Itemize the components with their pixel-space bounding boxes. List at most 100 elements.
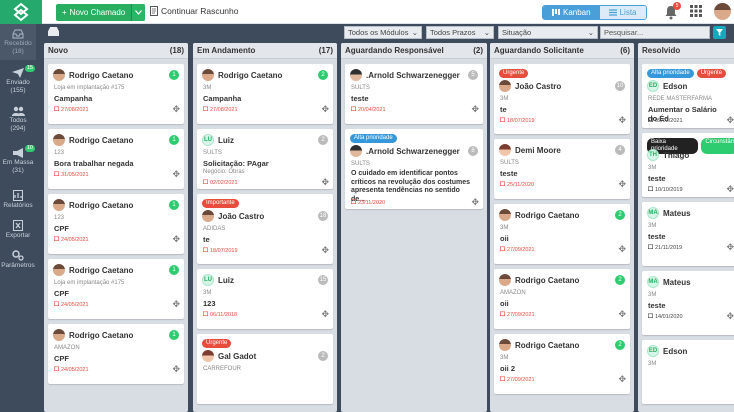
situation-select[interactable]: Situação ⌄ xyxy=(498,26,598,39)
sidebar-item-em-massa[interactable]: 10 Em Massa (31) xyxy=(0,145,36,175)
drag-handle-icon[interactable]: ✥ xyxy=(471,104,479,115)
drag-handle-icon[interactable]: ✥ xyxy=(321,177,329,188)
sidebar-item-parametros[interactable]: Parâmetros xyxy=(0,250,36,270)
kanban-view-button[interactable]: Kanban xyxy=(543,6,600,19)
drag-handle-icon[interactable]: ✥ xyxy=(726,242,734,253)
ticket-card[interactable]: Rodrigo Caetano 1 Loja em implantação #175… xyxy=(48,259,184,319)
ticket-card[interactable]: Rodrigo Caetano 2 AMAZON oii 27/09/2021 ✥ xyxy=(494,269,630,329)
ticket-card[interactable]: Rodrigo Caetano 2 3M oii 2 27/09/2021 ✥ xyxy=(494,334,630,394)
requester-name: Luiz xyxy=(218,275,234,285)
ticket-title: teste xyxy=(351,94,369,103)
company-label: SULTS xyxy=(351,85,370,91)
requester-name: Rodrigo Caetano xyxy=(69,135,134,145)
due-date: 24/05/2021 xyxy=(54,301,89,308)
ticket-card[interactable]: MA Mateus 3M teste 14/01/2020 ✥ xyxy=(642,271,734,335)
avatar xyxy=(499,339,511,351)
ticket-title: teste xyxy=(648,232,666,241)
situation-select-value: Situação xyxy=(502,28,532,37)
ticket-card[interactable]: LU Luiz 2 SULTS Solicitação: PAgar Negócio: O… xyxy=(197,129,333,189)
ticket-card[interactable]: Baixa prioridade Circunstân TH Thiago 3M test… xyxy=(642,133,734,197)
priority-tag: Alta prioridade xyxy=(647,69,694,78)
company-label: 3M xyxy=(500,355,509,361)
drag-handle-icon[interactable]: ✥ xyxy=(321,104,329,115)
sidebar-item-enviado[interactable]: 15 Enviado (155) xyxy=(0,65,36,95)
search-input[interactable]: Pesquisar... xyxy=(600,26,710,39)
avatar xyxy=(53,329,65,341)
company-label: SULTS xyxy=(351,161,370,167)
ticket-card[interactable]: Rodrigo Caetano 2 3M Campanha 27/08/2021 ✥ xyxy=(197,64,333,124)
drag-handle-icon[interactable]: ✥ xyxy=(172,364,180,375)
drag-handle-icon[interactable]: ✥ xyxy=(321,245,329,256)
drag-handle-icon[interactable]: ✥ xyxy=(618,244,626,255)
deadlines-select[interactable]: Todos Prazos ⌄ xyxy=(426,26,494,39)
message-count-badge: 5 xyxy=(468,70,478,80)
sidebar-item-exportar[interactable]: Exportar xyxy=(0,220,36,240)
sidebar-label: Recebido xyxy=(4,40,32,47)
ticket-card[interactable]: Rodrigo Caetano 2 3M oii 27/09/2021 ✥ xyxy=(494,204,630,264)
message-count-badge: 2 xyxy=(615,340,625,350)
modules-select[interactable]: Todos os Módulos ⌄ xyxy=(344,26,422,39)
ticket-card[interactable]: Rodrigo Caetano 1 123 Bora trabalhar negada… xyxy=(48,129,184,189)
ticket-card[interactable]: Rodrigo Caetano 1 123 CPF 24/05/2021 ✥ xyxy=(48,194,184,254)
document-icon xyxy=(150,6,158,16)
ticket-card[interactable]: Importante João Castro 18 ADIDAS te 18/07/201… xyxy=(197,194,333,264)
drag-handle-icon[interactable]: ✥ xyxy=(618,374,626,385)
notification-bell-icon[interactable]: 5 xyxy=(664,1,681,20)
drag-handle-icon[interactable]: ✥ xyxy=(618,115,626,126)
message-count-badge: 18 xyxy=(318,211,328,221)
calendar-icon xyxy=(351,199,357,206)
drag-handle-icon[interactable]: ✥ xyxy=(471,197,479,208)
ticket-card[interactable]: Urgente João Castro 10 3M te 18/07/2019 ✥ xyxy=(494,64,630,134)
ticket-card[interactable]: Demi Moore 4 SULTS teste 25/11/2020 ✥ xyxy=(494,139,630,199)
due-date: 24/05/2021 xyxy=(54,236,89,243)
priority-tag: Circunstân xyxy=(701,138,734,154)
drag-handle-icon[interactable]: ✥ xyxy=(172,104,180,115)
drag-handle-icon[interactable]: ✥ xyxy=(726,311,734,322)
due-date-text: 10/10/2019 xyxy=(655,186,683,193)
drag-handle-icon[interactable]: ✥ xyxy=(321,309,329,320)
due-date-text: 06/11/2018 xyxy=(210,311,238,318)
ticket-card[interactable]: Rodrigo Caetano 1 AMAZON CPF 24/05/2021 ✥ xyxy=(48,324,184,384)
drag-handle-icon[interactable]: ✥ xyxy=(726,184,734,195)
ticket-card[interactable]: .Arnold Schwarzenegger 5 SULTS teste 20/04/2… xyxy=(345,64,483,124)
top-bar: + Novo Chamado Continuar Rascunho Kanban … xyxy=(0,0,734,24)
drag-handle-icon[interactable]: ✥ xyxy=(618,309,626,320)
filter-button[interactable] xyxy=(713,26,726,39)
sidebar-item-todos[interactable]: Todos (294) xyxy=(0,106,36,133)
drag-handle-icon[interactable]: ✥ xyxy=(172,234,180,245)
due-date-text: 21/11/2019 xyxy=(655,244,683,251)
ticket-card[interactable]: MA Mateus 3M teste 21/11/2019 ✥ xyxy=(642,202,734,266)
drag-handle-icon[interactable]: ✥ xyxy=(618,179,626,190)
due-date: 18/07/2019 xyxy=(500,117,535,124)
new-ticket-button[interactable]: + Novo Chamado xyxy=(56,4,146,21)
message-count-badge: 8 xyxy=(468,146,478,156)
ticket-card[interactable]: Urgente Gal Gadot 2 CARREFOUR xyxy=(197,334,333,404)
requester-name: Mateus xyxy=(663,277,691,287)
sidebar-item-relatorios[interactable]: Relatórios xyxy=(0,190,36,210)
ticket-card[interactable]: Alta prioridade .Arnold Schwarzenegger 8 SU… xyxy=(345,129,483,209)
chevron-down-icon[interactable] xyxy=(131,4,146,21)
user-avatar[interactable] xyxy=(714,3,731,20)
continue-draft-link[interactable]: Continuar Rascunho xyxy=(150,6,239,16)
apps-grid-icon[interactable] xyxy=(690,4,702,19)
ticket-title: Solicitação: PAgar xyxy=(203,159,269,168)
drag-handle-icon[interactable]: ✥ xyxy=(726,115,734,126)
drag-handle-icon[interactable]: ✥ xyxy=(172,169,180,180)
ticket-card[interactable]: Alta prioridade Urgente ED Edson REDE MASTER… xyxy=(642,64,734,128)
ticket-card[interactable]: Rodrigo Caetano 1 Loja em implantação #175… xyxy=(48,64,184,124)
due-date: 21/11/2019 xyxy=(648,244,682,251)
requester-name: Rodrigo Caetano xyxy=(515,340,580,350)
ticket-card[interactable]: ED Edson 3M xyxy=(642,340,734,404)
ticket-card[interactable]: LU Luiz 15 3M 123 06/11/2018 ✥ xyxy=(197,269,333,329)
column-title: Novo xyxy=(48,46,68,55)
drag-handle-icon[interactable]: ✥ xyxy=(172,299,180,310)
avatar: LU xyxy=(202,134,214,146)
app-logo[interactable] xyxy=(0,0,42,24)
topbar-icons: 5 xyxy=(664,1,731,20)
calendar-icon xyxy=(500,117,506,124)
sidebar-item-recebido[interactable]: Recebido (18) xyxy=(0,24,36,60)
priority-tag: Alta prioridade xyxy=(350,134,397,143)
list-view-button[interactable]: Lista xyxy=(599,6,646,19)
due-date: 09/02/2021 xyxy=(648,117,683,124)
requester-name: Gal Gadot xyxy=(218,351,257,361)
